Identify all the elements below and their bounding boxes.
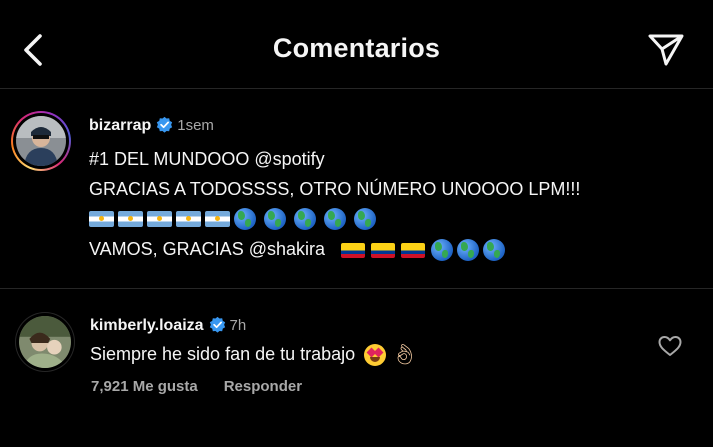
caption-line-1: #1 DEL MUNDOOO @spotify — [89, 149, 325, 169]
flag-colombia-icon — [341, 242, 366, 258]
globe-icon — [234, 208, 256, 230]
header: Comentarios — [0, 0, 713, 88]
caption-emoji-row — [89, 204, 689, 234]
comment-avatar-image — [19, 316, 71, 368]
globe-icon — [324, 208, 346, 230]
caption-text: #1 DEL MUNDOOO @spotify GRACIAS A TODOSS… — [89, 144, 689, 264]
heart-icon[interactable] — [657, 334, 683, 358]
post-timestamp: 1sem — [177, 117, 214, 134]
comment-username[interactable]: kimberly.loaiza — [90, 317, 204, 334]
flag-argentina-icon — [118, 211, 143, 227]
flag-colombia-icon — [371, 242, 396, 258]
comment-user-line: kimberly.loaiza 7h — [90, 316, 246, 335]
verified-badge-icon — [209, 316, 225, 333]
avatar[interactable] — [11, 111, 71, 171]
globe-icon — [264, 208, 286, 230]
globe-icon — [354, 208, 376, 230]
comment-body: Siempre he sido fan de tu trabajo — [90, 344, 356, 364]
heart-eyes-emoji-icon — [364, 343, 387, 366]
post-divider — [0, 288, 713, 289]
comment-meta: 7,921 Me gusta Responder — [91, 378, 302, 395]
post-caption: bizarrap 1sem #1 DEL MUNDOOO @spotify GR… — [0, 88, 713, 288]
globe-icon — [457, 239, 480, 262]
globe-icon — [431, 239, 454, 262]
comment-avatar[interactable] — [15, 312, 75, 372]
avatar-image — [16, 116, 66, 166]
flag-argentina-icon — [205, 211, 230, 227]
caption-line-4-text: VAMOS, GRACIAS @shakira — [89, 239, 325, 259]
verified-badge-icon — [157, 116, 173, 133]
post-username[interactable]: bizarrap — [89, 117, 151, 134]
caption-line-2: GRACIAS A TODOSSSS, OTRO NÚMERO UNOOOO L… — [89, 179, 581, 199]
flag-argentina-icon — [147, 211, 172, 227]
paper-plane-icon[interactable] — [644, 30, 688, 70]
comment-text: Siempre he sido fan de tu trabajo 👌︎ — [90, 342, 418, 367]
page-title: Comentarios — [272, 33, 441, 63]
comment-timestamp: 7h — [229, 317, 247, 334]
caption-line-4: VAMOS, GRACIAS @shakira — [89, 234, 689, 264]
post-user-line: bizarrap 1sem — [89, 116, 214, 135]
flag-colombia-icon — [401, 242, 426, 258]
reply-button[interactable]: Responder — [224, 378, 302, 395]
flag-argentina-icon — [89, 211, 114, 227]
globe-icon — [483, 239, 506, 262]
comment-item: kimberly.loaiza 7h Siempre he sido fan d… — [0, 290, 713, 447]
flag-argentina-icon — [176, 211, 201, 227]
globe-icon — [294, 208, 316, 230]
like-count[interactable]: 7,921 Me gusta — [91, 378, 198, 395]
ok-hand-emoji-icon: 👌︎ — [392, 344, 418, 366]
